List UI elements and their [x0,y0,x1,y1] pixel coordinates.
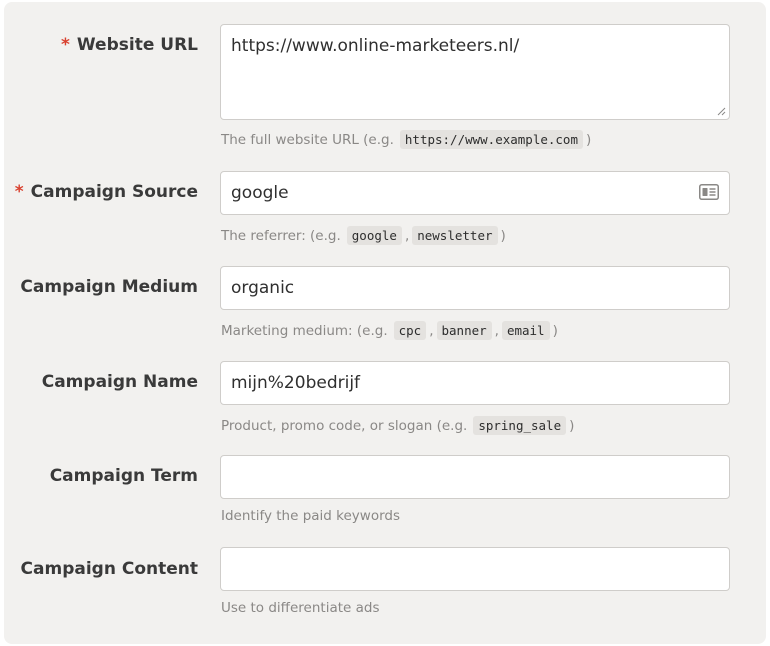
campaign-name-field[interactable] [220,361,730,405]
campaign-source-input[interactable] [221,172,729,214]
hint-code: newsletter [412,226,498,245]
required-asterisk: * [14,182,24,202]
hint-code: email [501,321,550,340]
contact-card-icon[interactable] [699,184,719,200]
resize-handle-icon[interactable] [717,107,726,116]
campaign-source-hint: The referrer: (e.g. google, newsletter ) [221,226,506,245]
campaign-medium-label: Campaign Medium [20,277,198,297]
campaign-source-label: * Campaign Source [14,182,198,202]
campaign-term-field[interactable] [220,455,730,499]
campaign-url-builder-form: * Website URL https://www.online-marketee… [4,2,766,644]
hint-code: https://www.example.com [399,130,583,149]
hint-code: banner [436,321,492,340]
campaign-content-hint: Use to differentiate ads [221,600,380,616]
required-asterisk: * [61,35,70,55]
hint-code: spring_sale [473,416,567,435]
campaign-term-input[interactable] [221,456,729,498]
campaign-source-field[interactable] [220,171,730,215]
campaign-name-input[interactable] [221,362,729,404]
campaign-medium-input[interactable] [221,267,729,309]
campaign-name-hint: Product, promo code, or slogan (e.g. spr… [221,416,575,435]
hint-code: cpc [393,321,427,340]
campaign-term-hint: Identify the paid keywords [221,508,401,524]
campaign-content-field[interactable] [220,547,730,591]
website-url-hint: The full website URL (e.g. https://www.e… [221,130,592,149]
website-url-input[interactable]: https://www.online-marketeers.nl/ [221,25,729,119]
website-url-label: * Website URL [61,35,198,55]
website-url-field[interactable]: https://www.online-marketeers.nl/ [220,24,730,120]
campaign-content-label: Campaign Content [20,559,198,579]
campaign-term-label: Campaign Term [49,466,198,486]
campaign-medium-field[interactable] [220,266,730,310]
campaign-content-input[interactable] [221,548,729,590]
hint-code: google [346,226,402,245]
campaign-medium-hint: Marketing medium: (e.g. cpc, banner, ema… [221,321,558,340]
campaign-name-label: Campaign Name [41,372,198,392]
